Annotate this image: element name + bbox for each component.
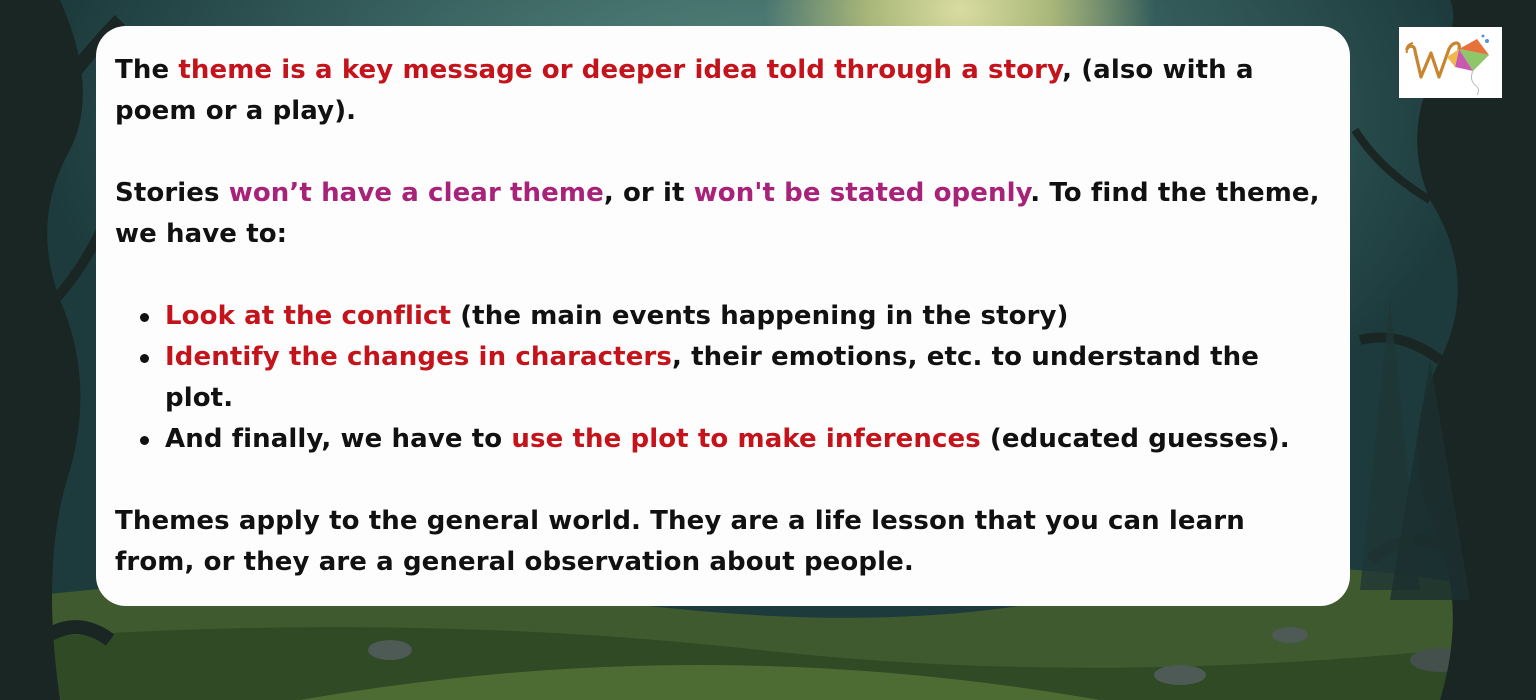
stories-text-1: Stories bbox=[115, 178, 229, 208]
stories-paragraph: Stories won’t have a clear theme, or it … bbox=[115, 173, 1332, 255]
bullet-icon bbox=[140, 354, 149, 363]
closing-paragraph: Themes apply to the general world. They … bbox=[115, 506, 1245, 577]
stories-highlight-no-clear-theme: won’t have a clear theme bbox=[228, 178, 604, 208]
stories-text-2: , or it bbox=[603, 178, 694, 208]
intro-text-1: The bbox=[115, 55, 179, 85]
w-kite-logo-icon bbox=[1405, 34, 1489, 96]
steps-list: Look at the conflict (the main events ha… bbox=[115, 296, 1332, 460]
content-card: The theme is a key message or deeper ide… bbox=[96, 26, 1350, 606]
list-item: Identify the changes in characters, thei… bbox=[140, 337, 1332, 419]
bullet-icon bbox=[140, 436, 149, 445]
step-text-end: (educated guesses). bbox=[980, 424, 1290, 454]
logo bbox=[1399, 27, 1502, 98]
intro-highlight-theme: theme is a key message or deeper idea to… bbox=[178, 55, 1063, 85]
step-text: And finally, we have to bbox=[165, 424, 512, 454]
stories-highlight-not-stated: won't be stated openly bbox=[693, 178, 1031, 208]
step-highlight: use the plot to make inferences bbox=[511, 424, 981, 454]
step-highlight: Identify the changes in characters bbox=[165, 342, 672, 372]
list-item: And finally, we have to use the plot to … bbox=[140, 419, 1332, 460]
step-text: (the main events happening in the story) bbox=[451, 301, 1069, 331]
intro-paragraph: The theme is a key message or deeper ide… bbox=[115, 50, 1332, 132]
step-highlight: Look at the conflict bbox=[165, 301, 452, 331]
bullet-icon bbox=[140, 313, 149, 322]
list-item: Look at the conflict (the main events ha… bbox=[140, 296, 1332, 337]
